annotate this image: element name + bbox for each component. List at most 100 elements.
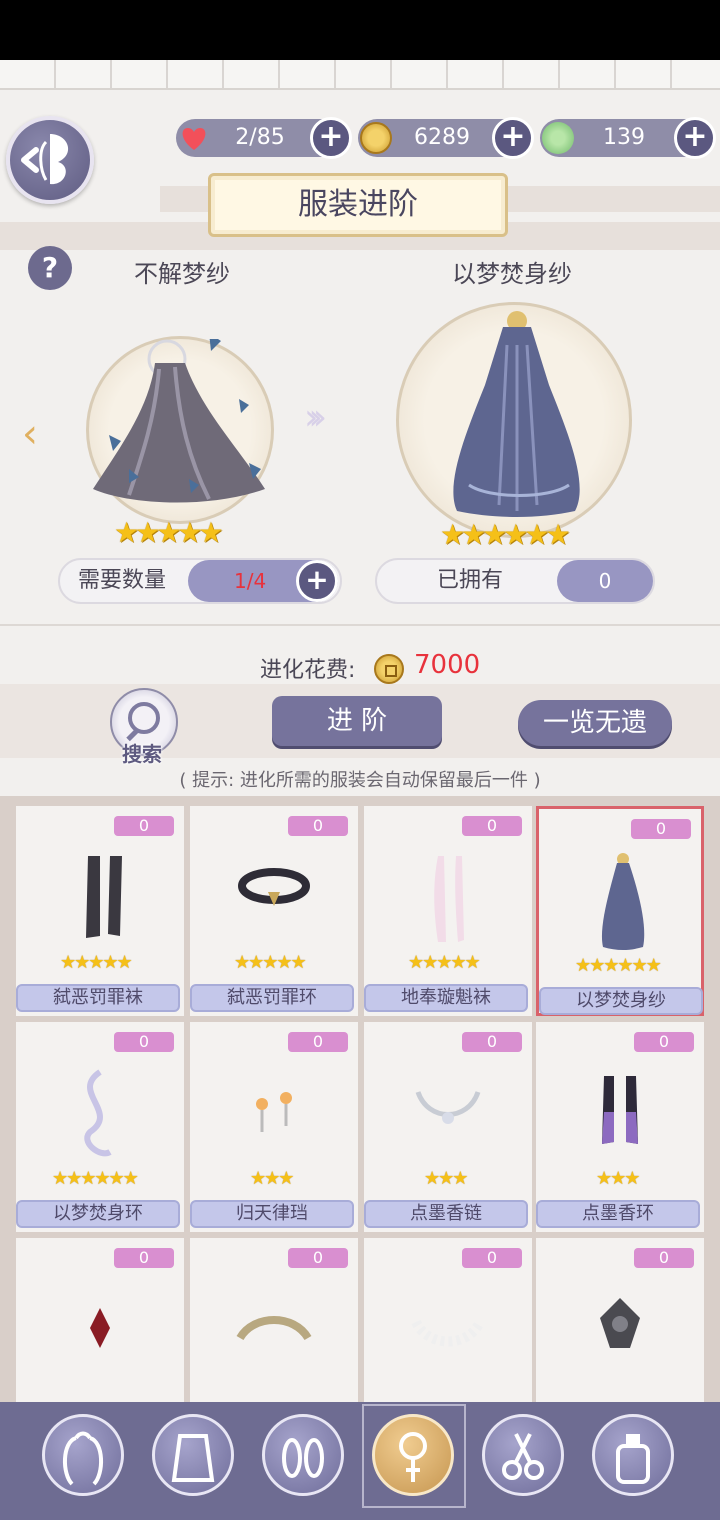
nav-tab-dress[interactable]	[152, 1414, 234, 1496]
top-ruler	[0, 60, 720, 90]
item-name-label: 地奉璇魁袜	[364, 984, 528, 1012]
help-button[interactable]: ?	[28, 246, 72, 290]
search-label: 搜索	[122, 742, 162, 766]
heart-icon	[178, 122, 210, 154]
butterfly-icon	[21, 134, 69, 185]
item-thumbnail	[580, 1278, 660, 1388]
item-count-badge: 0	[462, 816, 522, 836]
jade-icon	[542, 122, 574, 154]
coin-icon	[360, 122, 392, 154]
item-thumbnail	[583, 849, 663, 959]
item-count-badge: 0	[634, 1248, 694, 1268]
item-count-badge: 0	[631, 819, 691, 839]
overview-button[interactable]: 一览无遗	[518, 700, 672, 746]
page-title: 服装进阶	[208, 173, 508, 237]
screen: 2/85 + 6289 + 139 + 服装进阶 ? 不解梦纱 以梦焚身纱 ‹ …	[0, 0, 720, 1520]
item-count-badge: 0	[114, 816, 174, 836]
item-stars: ★★★	[250, 1168, 294, 1189]
item-thumbnail	[234, 1278, 314, 1388]
required-quantity: 需要数量 1/4 +	[58, 558, 342, 604]
item-thumbnail	[580, 1062, 660, 1172]
dress-icon	[160, 1422, 226, 1492]
item-count-badge: 0	[114, 1032, 174, 1052]
resource-stamina: 2/85 +	[176, 117, 352, 159]
coins-value: 6289	[414, 125, 470, 150]
item-name-label: 以梦焚身环	[16, 1200, 180, 1228]
gems-value: 139	[603, 125, 645, 150]
item-stars: ★★★★★★	[52, 1168, 139, 1189]
owned-label: 已拥有	[437, 568, 504, 593]
item-stars: ★★★	[596, 1168, 640, 1189]
nav-tab-shoes[interactable]	[262, 1414, 344, 1496]
required-quantity-label: 需要数量	[78, 568, 167, 593]
item-card[interactable]: 0 ★★★★★ 弑恶罚罪袜	[16, 806, 184, 1016]
item-card[interactable]: 0★★★★	[364, 1238, 532, 1428]
add-stamina-button[interactable]: +	[310, 117, 352, 159]
item-name-label: 弑恶罚罪袜	[16, 984, 180, 1012]
item-count-badge: 0	[634, 1032, 694, 1052]
item-thumbnail	[408, 846, 488, 956]
item-stars: ★★★★★	[60, 952, 133, 973]
item-card[interactable]: 0 ★★★★★ 地奉璇魁袜	[364, 806, 532, 1016]
item-thumbnail	[234, 1062, 314, 1172]
item-count-badge: 0	[462, 1248, 522, 1268]
item-thumbnail	[408, 1278, 488, 1388]
required-quantity-value: 1/4 +	[188, 560, 338, 602]
item-name-label: 弑恶罚罪环	[190, 984, 354, 1012]
item-name-label: 归天律珰	[190, 1200, 354, 1228]
nav-tab-accessory[interactable]	[372, 1414, 454, 1496]
divider	[0, 624, 720, 626]
hint-text: ( 提示: 进化所需的服装会自动保留最后一件 )	[179, 770, 541, 791]
target-item-name: 以梦焚身纱	[452, 260, 572, 288]
add-gems-button[interactable]: +	[674, 117, 716, 159]
item-thumbnail	[60, 1278, 140, 1388]
item-count-badge: 0	[288, 816, 348, 836]
resource-gems: 139 +	[540, 117, 716, 159]
source-item-name: 不解梦纱	[134, 260, 230, 288]
item-stars: ★★★	[424, 1168, 468, 1189]
item-stars: ★★★★★	[408, 952, 481, 973]
stamina-value: 2/85	[235, 125, 285, 150]
item-card[interactable]: 0★★★★	[536, 1238, 704, 1428]
gown-icon	[453, 311, 580, 517]
item-card[interactable]: 0 ★★★ 归天律珰	[190, 1022, 358, 1232]
status-bar	[0, 0, 720, 60]
item-thumbnail	[60, 1062, 140, 1172]
back-button[interactable]	[6, 116, 94, 204]
cosmetics-icon	[600, 1422, 666, 1492]
nav-tab-cosmetics[interactable]	[592, 1414, 674, 1496]
item-name-label: 点墨香链	[364, 1200, 528, 1228]
target-item-image	[396, 302, 632, 538]
item-thumbnail	[60, 846, 140, 956]
previous-arrow-icon[interactable]: ‹	[22, 410, 62, 458]
add-coins-button[interactable]: +	[492, 117, 534, 159]
hair-icon	[50, 1422, 116, 1492]
item-stars: ★★★★★	[234, 952, 307, 973]
item-card[interactable]: 0 ★★★★★★ 以梦焚身纱	[536, 806, 704, 1016]
shoes-icon	[270, 1422, 336, 1492]
item-name-label: 以梦焚身纱	[539, 987, 703, 1015]
target-stars: ★★★★★★	[440, 518, 571, 551]
item-count-badge: 0	[462, 1032, 522, 1052]
item-thumbnail	[234, 846, 314, 956]
nav-tab-hair[interactable]	[42, 1414, 124, 1496]
owned-value: 0	[557, 560, 653, 602]
item-card[interactable]: 0★★★★	[16, 1238, 184, 1428]
coin-icon	[374, 654, 404, 684]
nav-tab-scissors[interactable]	[482, 1414, 564, 1496]
scissors-icon	[490, 1422, 556, 1492]
item-thumbnail	[408, 1062, 488, 1172]
accessory-icon	[380, 1422, 446, 1492]
item-card[interactable]: 0★★★★	[190, 1238, 358, 1428]
owned-quantity: 已拥有 0	[375, 558, 655, 604]
source-stars: ★★★★★	[114, 516, 223, 549]
item-name-label: 点墨香环	[536, 1200, 700, 1228]
item-card[interactable]: 0 ★★★★★ 弑恶罚罪环	[190, 806, 358, 1016]
source-item-image	[86, 333, 274, 524]
item-card[interactable]: 0 ★★★★★★ 以梦焚身环	[16, 1022, 184, 1232]
item-card[interactable]: 0 ★★★ 点墨香环	[536, 1022, 704, 1232]
evolve-button[interactable]: 进 阶	[272, 696, 442, 746]
item-count-badge: 0	[288, 1248, 348, 1268]
add-quantity-button[interactable]: +	[296, 560, 338, 602]
item-card[interactable]: 0 ★★★ 点墨香链	[364, 1022, 532, 1232]
